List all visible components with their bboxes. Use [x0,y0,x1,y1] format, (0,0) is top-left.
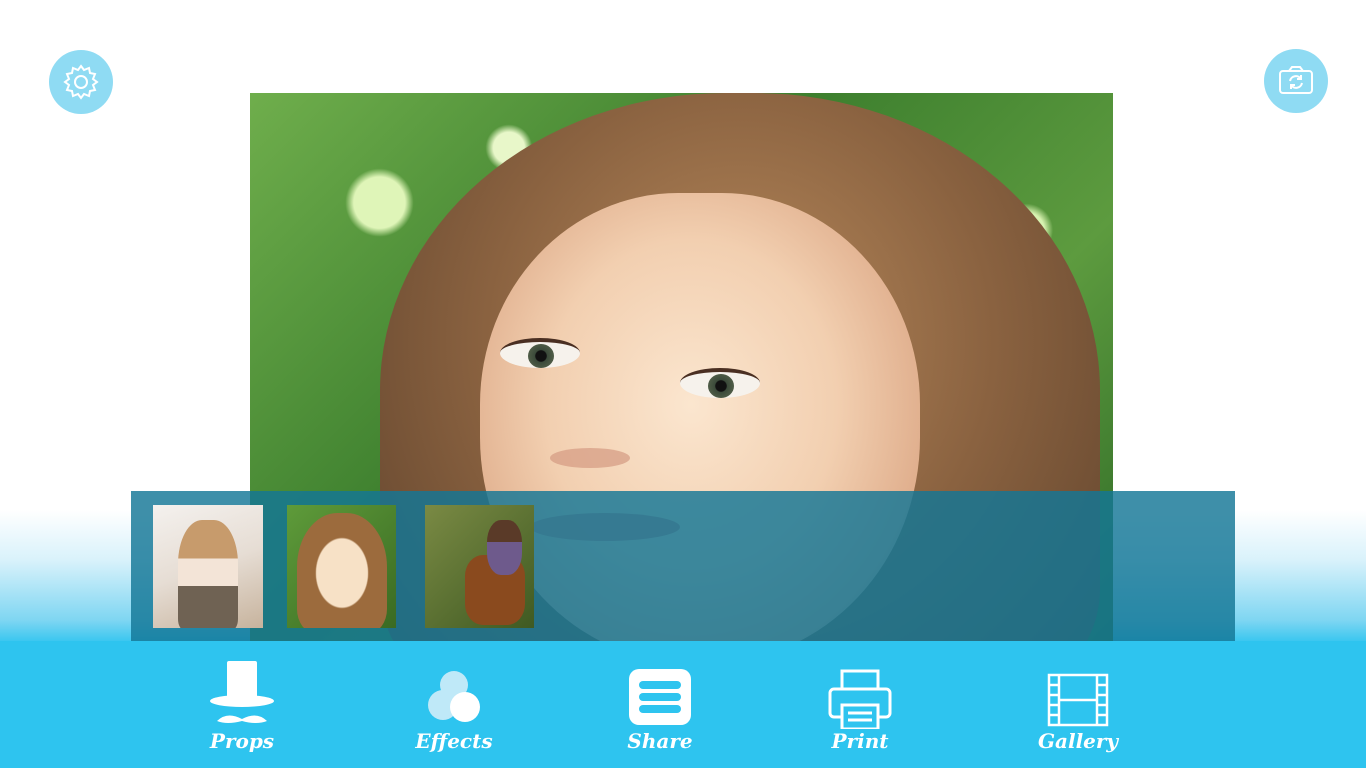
thumbnail-1-figure [178,520,238,628]
bottom-toolbar: Props Effects Share Print Gallery [0,641,1366,768]
effects-button[interactable]: Effects [394,659,514,765]
effects-label: Effects [415,729,493,753]
settings-button[interactable] [49,50,113,114]
print-button[interactable]: Print [800,659,920,765]
circles-icon [428,671,480,722]
share-label: Share [627,729,693,753]
thumbnail-3-person [487,520,522,575]
top-hat-mustache-icon [210,661,274,723]
thumbnail-strip [131,491,1235,641]
gallery-button[interactable]: Gallery [1018,659,1138,765]
film-strip-icon [1047,673,1109,727]
photo-eye-right [680,368,760,398]
print-label: Print [831,729,889,753]
share-list-icon [629,669,691,725]
thumbnail-1[interactable] [153,505,263,628]
gallery-label: Gallery [1037,729,1119,753]
photo-eye-left [500,338,580,368]
thumbnail-2[interactable] [287,505,396,628]
switch-camera-button[interactable] [1264,49,1328,113]
props-button[interactable]: Props [182,659,302,765]
share-button[interactable]: Share [600,659,720,765]
props-label: Props [209,729,275,753]
gear-icon [63,64,99,100]
printer-icon [828,669,892,729]
thumbnail-2-figure [297,513,387,628]
camera-switch-icon [1279,66,1313,94]
photo-nose [550,448,630,468]
thumbnail-3[interactable] [425,505,534,628]
